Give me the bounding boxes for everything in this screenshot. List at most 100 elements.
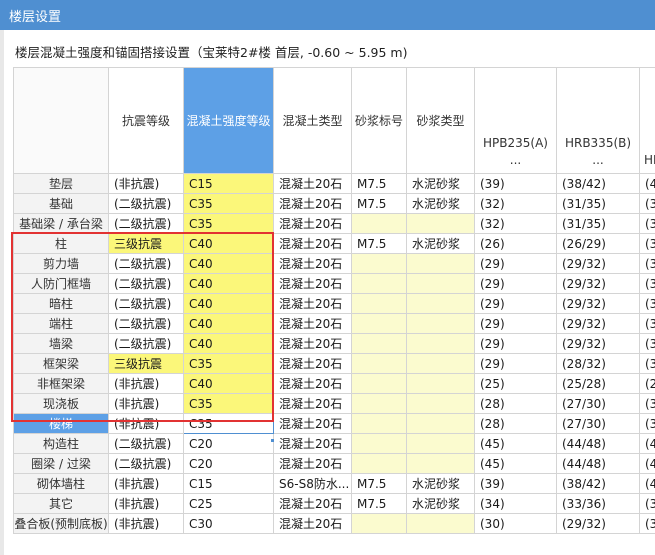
mortar-grade-cell[interactable] [351, 253, 407, 274]
concrete-type-cell[interactable]: 混凝土20石 [273, 253, 352, 274]
row-name[interactable]: 砌体墙柱 [13, 473, 109, 494]
seismic-cell[interactable]: (二级抗震) [108, 333, 184, 354]
row-name[interactable]: 剪力墙 [13, 253, 109, 274]
concrete-grade-cell[interactable]: C15 [183, 173, 274, 194]
table-row[interactable]: 暗柱(二级抗震)C40混凝土20石 (29)(29/32)(34 [13, 293, 655, 314]
table-row[interactable]: 基础梁 / 承台梁(二级抗震)C35混凝土20石 (32)(31/35)(37 [13, 213, 655, 234]
mortar-type-cell[interactable] [406, 413, 475, 434]
seismic-cell[interactable]: (非抗震) [108, 513, 184, 534]
mortar-grade-cell[interactable] [351, 373, 407, 394]
concrete-type-cell[interactable]: 混凝土20石 [273, 273, 352, 294]
concrete-grade-cell[interactable]: C40 [183, 253, 274, 274]
hrb335-cell[interactable]: (44/48) [556, 433, 640, 454]
concrete-type-cell[interactable]: 混凝土20石 [273, 493, 352, 514]
row-name[interactable]: 人防门框墙 [13, 273, 109, 294]
seismic-cell[interactable]: (二级抗震) [108, 193, 184, 214]
table-row[interactable]: 基础(二级抗震)C35混凝土20石M7.5水泥砂浆(32)(31/35)(37 [13, 193, 655, 214]
table-row[interactable]: 剪力墙(二级抗震)C40混凝土20石 (29)(29/32)(34 [13, 253, 655, 274]
concrete-grade-cell[interactable]: C15 [183, 473, 274, 494]
row-name[interactable]: 暗柱 [13, 293, 109, 314]
hrb335-cell[interactable]: (38/42) [556, 173, 640, 194]
hpb235-cell[interactable]: (29) [474, 353, 557, 374]
concrete-grade-cell[interactable]: C25 [183, 493, 274, 514]
concrete-type-cell[interactable]: 混凝土20石 [273, 393, 352, 414]
table-row[interactable]: 端柱(二级抗震)C40混凝土20石 (29)(29/32)(34 [13, 313, 655, 334]
hrb335-cell[interactable]: (27/30) [556, 413, 640, 434]
hpb235-cell[interactable]: (25) [474, 373, 557, 394]
hpb235-cell[interactable]: (29) [474, 273, 557, 294]
concrete-type-cell[interactable]: 混凝土20石 [273, 293, 352, 314]
mortar-grade-cell[interactable] [351, 293, 407, 314]
hrb400-cell[interactable]: (46 [639, 433, 655, 454]
mortar-type-cell[interactable] [406, 253, 475, 274]
concrete-type-cell[interactable]: 混凝土20石 [273, 173, 352, 194]
hpb235-cell[interactable]: (32) [474, 213, 557, 234]
row-name[interactable]: 非框架梁 [13, 373, 109, 394]
concrete-grade-cell[interactable]: C20 [183, 453, 274, 474]
header-hpb235[interactable]: HPB235(A) ... [474, 67, 557, 174]
concrete-type-cell[interactable]: 混凝土20石 [273, 313, 352, 334]
concrete-type-cell[interactable]: 混凝土20石 [273, 513, 352, 534]
mortar-type-cell[interactable] [406, 293, 475, 314]
mortar-grade-cell[interactable] [351, 353, 407, 374]
concrete-type-cell[interactable]: 混凝土20石 [273, 193, 352, 214]
seismic-cell[interactable]: (二级抗震) [108, 253, 184, 274]
row-name[interactable]: 垫层 [13, 173, 109, 194]
hrb335-cell[interactable]: (28/32) [556, 353, 640, 374]
hpb235-cell[interactable]: (28) [474, 413, 557, 434]
hrb400-cell[interactable]: (29 [639, 373, 655, 394]
hrb335-cell[interactable]: (25/28) [556, 373, 640, 394]
mortar-type-cell[interactable]: 水泥砂浆 [406, 193, 475, 214]
concrete-grade-cell[interactable]: C40 [183, 273, 274, 294]
seismic-cell[interactable]: (二级抗震) [108, 293, 184, 314]
hrb400-cell[interactable]: (40 [639, 173, 655, 194]
seismic-cell[interactable]: 三级抗震 [108, 233, 184, 254]
hrb400-cell[interactable]: (34 [639, 273, 655, 294]
hrb400-cell[interactable]: (34 [639, 253, 655, 274]
hrb400-cell[interactable]: (37 [639, 193, 655, 214]
seismic-cell[interactable]: (非抗震) [108, 413, 184, 434]
hpb235-cell[interactable]: (39) [474, 473, 557, 494]
concrete-type-cell[interactable]: 混凝土20石 [273, 233, 352, 254]
row-name[interactable]: 基础梁 / 承台梁 [13, 213, 109, 234]
row-name[interactable]: 柱 [13, 233, 109, 254]
table-row[interactable]: 人防门框墙(二级抗震)C40混凝土20石 (29)(29/32)(34 [13, 273, 655, 294]
mortar-grade-cell[interactable] [351, 333, 407, 354]
mortar-type-cell[interactable]: 水泥砂浆 [406, 473, 475, 494]
hrb335-cell[interactable]: (31/35) [556, 213, 640, 234]
row-name[interactable]: 圈梁 / 过梁 [13, 453, 109, 474]
hpb235-cell[interactable]: (29) [474, 253, 557, 274]
hrb400-cell[interactable]: (32 [639, 413, 655, 434]
mortar-grade-cell[interactable]: M7.5 [351, 173, 407, 194]
mortar-type-cell[interactable] [406, 453, 475, 474]
row-name[interactable]: 墙梁 [13, 333, 109, 354]
hrb335-cell[interactable]: (29/32) [556, 313, 640, 334]
row-name[interactable]: 端柱 [13, 313, 109, 334]
concrete-type-cell[interactable]: 混凝土20石 [273, 413, 352, 434]
mortar-grade-cell[interactable] [351, 313, 407, 334]
hrb400-cell[interactable]: (34 [639, 353, 655, 374]
concrete-grade-cell[interactable]: C30 [183, 513, 274, 534]
concrete-type-cell[interactable]: 混凝土20石 [273, 333, 352, 354]
hrb400-cell[interactable]: (37 [639, 213, 655, 234]
seismic-cell[interactable]: (非抗震) [108, 173, 184, 194]
hrb335-cell[interactable]: (44/48) [556, 453, 640, 474]
mortar-grade-cell[interactable]: M7.5 [351, 493, 407, 514]
concrete-type-cell[interactable]: 混凝土20石 [273, 353, 352, 374]
seismic-cell[interactable]: (非抗震) [108, 493, 184, 514]
concrete-type-cell[interactable]: 混凝土20石 [273, 453, 352, 474]
hrb335-cell[interactable]: (31/35) [556, 193, 640, 214]
hrb400-cell[interactable]: (30 [639, 233, 655, 254]
mortar-type-cell[interactable] [406, 333, 475, 354]
seismic-cell[interactable]: (二级抗震) [108, 273, 184, 294]
hrb400-cell[interactable]: (34 [639, 333, 655, 354]
mortar-grade-cell[interactable]: M7.5 [351, 193, 407, 214]
hpb235-cell[interactable]: (29) [474, 313, 557, 334]
header-mortar-type[interactable]: 砂浆类型 [406, 67, 475, 174]
concrete-grade-cell[interactable]: C40 [183, 333, 274, 354]
concrete-grade-cell[interactable]: C40 [183, 373, 274, 394]
seismic-cell[interactable]: (非抗震) [108, 373, 184, 394]
hrb335-cell[interactable]: (29/32) [556, 253, 640, 274]
mortar-grade-cell[interactable] [351, 273, 407, 294]
seismic-cell[interactable]: (二级抗震) [108, 313, 184, 334]
